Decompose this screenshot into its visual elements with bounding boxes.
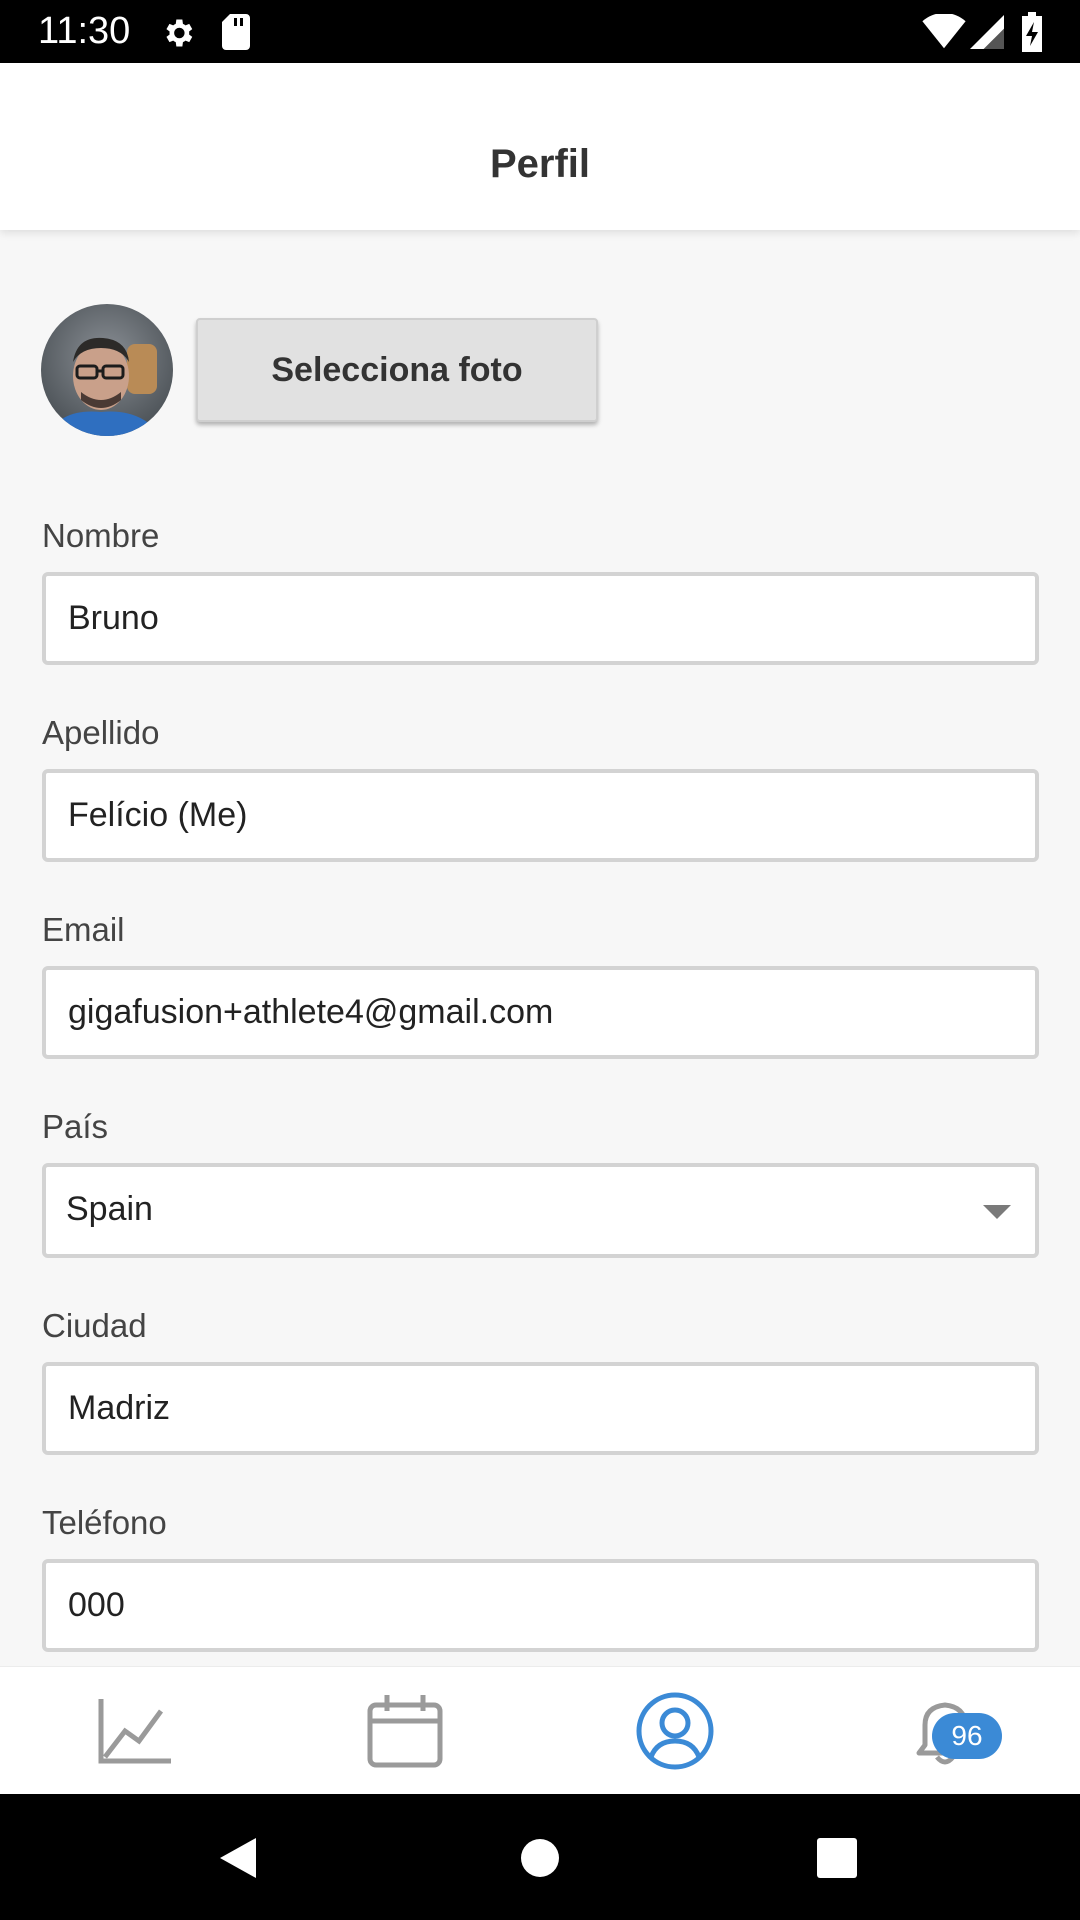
pais-label: País [42,1108,109,1145]
nombre-field[interactable] [42,572,1039,665]
email-label: Email [42,911,125,948]
chart-line-icon [98,1699,171,1764]
select-photo-button[interactable]: Selecciona foto [196,318,598,422]
recents-icon[interactable] [817,1838,857,1878]
dropdown-arrow-icon [983,1205,1011,1219]
calendar-icon [367,1695,443,1768]
email-field[interactable] [42,966,1039,1059]
telefono-field[interactable] [42,1559,1039,1652]
status-bar: 11:30 [0,0,1080,63]
wifi-icon [922,14,966,49]
home-icon[interactable] [520,1838,560,1878]
battery-charging-icon [1022,12,1042,52]
gear-icon [166,19,193,47]
profile-icon [636,1692,714,1770]
signal-icon [970,15,1004,49]
nav-item-profile[interactable] [540,1667,810,1795]
telefono-label: Teléfono [42,1504,167,1541]
avatar-photo-icon [41,304,173,436]
app-bar: Perfil [0,63,1080,230]
bottom-nav [0,1666,1080,1795]
back-icon[interactable] [216,1836,260,1880]
apellido-field[interactable] [42,769,1039,862]
notification-badge: 96 [932,1713,1002,1759]
ciudad-field[interactable] [42,1362,1039,1455]
avatar [41,304,173,436]
ciudad-label: Ciudad [42,1307,147,1344]
status-time: 11:30 [38,10,131,52]
pais-select[interactable]: Spain [42,1163,1039,1258]
page-title: Perfil [489,142,591,186]
nombre-label: Nombre [42,517,160,554]
pais-selected-value: Spain [66,1190,153,1228]
nav-item-stats[interactable] [0,1667,270,1795]
nav-item-calendar[interactable] [270,1667,540,1795]
system-nav-bar [0,1794,1080,1920]
sd-card-icon [222,14,250,50]
apellido-label: Apellido [42,714,160,751]
